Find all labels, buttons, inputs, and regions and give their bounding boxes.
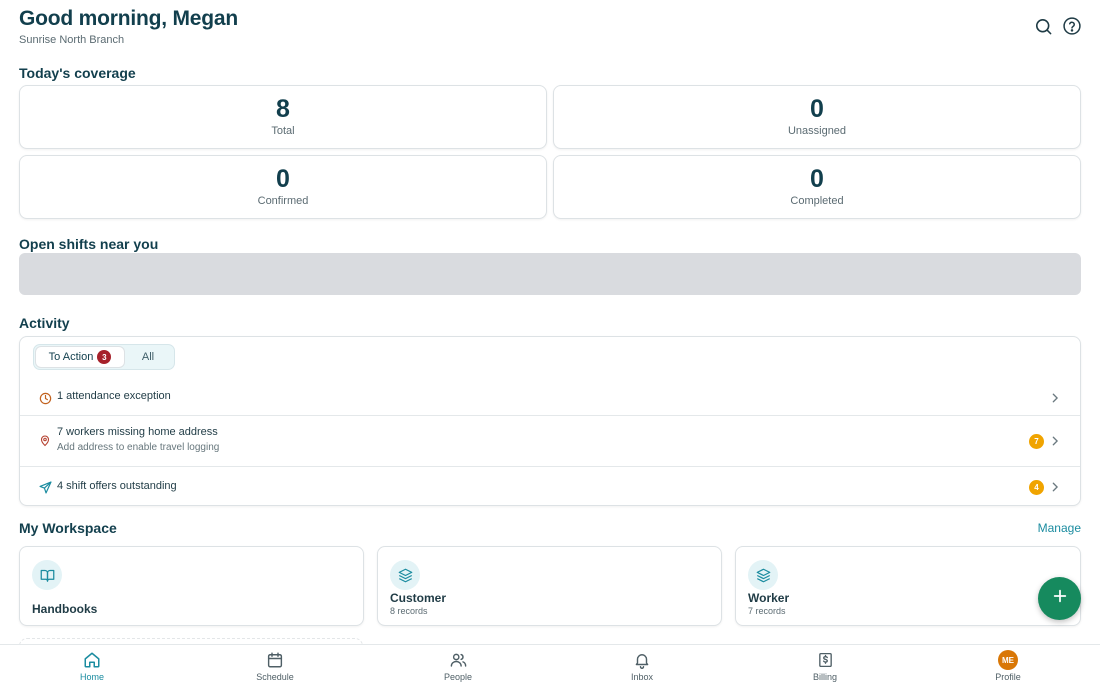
tab-all[interactable]: All bbox=[124, 347, 172, 367]
nav-item-inbox[interactable]: Inbox bbox=[602, 650, 682, 682]
nav-label: Schedule bbox=[256, 672, 294, 682]
plus-icon bbox=[1052, 588, 1068, 609]
bell-icon bbox=[602, 650, 682, 670]
activity-item-attendance[interactable]: 1 attendance exception bbox=[20, 380, 1080, 415]
avatar-wrapper: ME bbox=[968, 650, 1048, 670]
calendar-icon bbox=[235, 650, 315, 670]
users-icon bbox=[418, 650, 498, 670]
open-shifts-section-title: Open shifts near you bbox=[19, 236, 159, 252]
workspace-section-title: My Workspace bbox=[19, 520, 117, 536]
greeting-title: Good morning, Megan bbox=[19, 7, 239, 30]
nav-item-billing[interactable]: Billing bbox=[785, 650, 865, 682]
stat-label: Total bbox=[271, 125, 295, 137]
tab-to-action[interactable]: To Action 3 bbox=[36, 347, 124, 367]
stat-card-total[interactable]: 8 Total bbox=[19, 85, 547, 149]
stat-label: Unassigned bbox=[787, 125, 847, 137]
workspace-card-handbooks[interactable]: Handbooks bbox=[19, 546, 364, 626]
workspace-card-worker[interactable]: Worker 7 records bbox=[735, 546, 1081, 626]
stat-card-confirmed[interactable]: 0 Confirmed bbox=[19, 155, 547, 219]
stat-label: Completed bbox=[790, 195, 844, 207]
to-action-count-badge: 3 bbox=[97, 350, 112, 364]
activity-filter-tabs: To Action 3 All bbox=[33, 344, 175, 370]
header-actions bbox=[1033, 16, 1082, 36]
map-pin-icon bbox=[38, 433, 52, 447]
branch-name: Sunrise North Branch bbox=[19, 34, 125, 46]
search-icon[interactable] bbox=[1033, 16, 1053, 36]
activity-item-shift-offers[interactable]: 4 shift offers outstanding 4 bbox=[20, 466, 1080, 506]
open-shifts-loading-placeholder bbox=[19, 253, 1081, 295]
nav-item-home[interactable]: Home bbox=[52, 650, 132, 682]
send-icon bbox=[38, 480, 52, 494]
nav-item-profile[interactable]: ME Profile bbox=[968, 650, 1048, 682]
avatar: ME bbox=[998, 650, 1018, 670]
help-icon[interactable] bbox=[1062, 16, 1082, 36]
workspace-card-customer[interactable]: Customer 8 records bbox=[377, 546, 722, 626]
nav-item-schedule[interactable]: Schedule bbox=[235, 650, 315, 682]
workspace-card-subtitle: 8 records bbox=[390, 606, 428, 616]
nav-label: Billing bbox=[812, 672, 837, 682]
activity-item-subtitle: Add address to enable travel logging bbox=[57, 442, 220, 453]
stat-label: Confirmed bbox=[257, 195, 309, 207]
activity-item-title: 7 workers missing home address bbox=[57, 426, 218, 438]
activity-section-title: Activity bbox=[19, 315, 70, 331]
stat-card-unassigned[interactable]: 0 Unassigned bbox=[553, 85, 1081, 149]
book-open-icon bbox=[32, 560, 62, 590]
workspace-card-title: Handbooks bbox=[32, 602, 98, 616]
workspace-card-title: Customer bbox=[390, 591, 447, 605]
layers-icon bbox=[390, 560, 420, 590]
missing-address-count-badge: 7 bbox=[1029, 434, 1044, 449]
nav-label: Home bbox=[79, 672, 104, 682]
dollar-receipt-icon bbox=[785, 650, 865, 670]
bottom-navigation: Home Schedule People Inbox Billing ME Pr… bbox=[0, 644, 1100, 687]
manage-workspace-link[interactable]: Manage bbox=[1038, 521, 1081, 535]
add-fab-button[interactable] bbox=[1038, 577, 1081, 620]
activity-item-title: 4 shift offers outstanding bbox=[57, 480, 177, 492]
page-header: Good morning, Megan Sunrise North Branch bbox=[19, 7, 238, 46]
tab-label: To Action bbox=[48, 351, 94, 363]
activity-card: To Action 3 All 1 attendance exception 7… bbox=[19, 336, 1081, 506]
nav-label: Inbox bbox=[630, 672, 654, 682]
activity-item-missing-address[interactable]: 7 workers missing home address Add addre… bbox=[20, 415, 1080, 466]
stat-value: 0 bbox=[276, 165, 290, 193]
layers-icon bbox=[748, 560, 778, 590]
nav-item-people[interactable]: People bbox=[418, 650, 498, 682]
chevron-right-icon bbox=[1050, 393, 1060, 403]
workspace-card-title: Worker bbox=[748, 591, 790, 605]
shift-offers-count-badge: 4 bbox=[1029, 480, 1044, 495]
nav-label: Profile bbox=[995, 672, 1021, 682]
home-icon bbox=[52, 650, 132, 670]
stat-value: 8 bbox=[276, 95, 290, 123]
chevron-right-icon bbox=[1050, 482, 1060, 492]
clock-icon bbox=[38, 391, 52, 405]
stat-card-completed[interactable]: 0 Completed bbox=[553, 155, 1081, 219]
chevron-right-icon bbox=[1050, 436, 1060, 446]
stat-value: 0 bbox=[810, 165, 824, 193]
stat-value: 0 bbox=[810, 95, 824, 123]
workspace-card-subtitle: 7 records bbox=[748, 606, 786, 616]
activity-item-title: 1 attendance exception bbox=[57, 390, 171, 402]
nav-label: People bbox=[443, 672, 473, 682]
coverage-section-title: Today's coverage bbox=[19, 65, 136, 81]
